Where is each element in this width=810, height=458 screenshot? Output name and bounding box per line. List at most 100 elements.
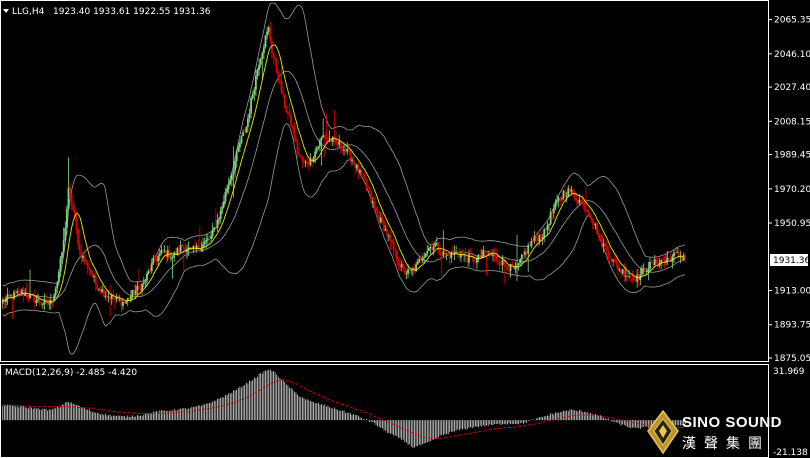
- candle-bull[interactable]: [152, 257, 155, 264]
- candle-bull[interactable]: [315, 148, 318, 152]
- candle-bear[interactable]: [431, 246, 434, 250]
- candle-bull[interactable]: [9, 295, 12, 297]
- candle-bull[interactable]: [322, 135, 325, 138]
- candle-bear[interactable]: [599, 234, 602, 236]
- candle-bull[interactable]: [29, 294, 31, 299]
- candle-bear[interactable]: [493, 254, 496, 256]
- candle-bear[interactable]: [668, 258, 671, 259]
- candle-bear[interactable]: [178, 248, 180, 252]
- candle-bear[interactable]: [576, 201, 579, 204]
- candle-bull[interactable]: [258, 64, 261, 71]
- candle-bear[interactable]: [484, 250, 486, 252]
- candle-bull[interactable]: [676, 252, 679, 253]
- candle-bull[interactable]: [160, 249, 163, 254]
- candle-bear[interactable]: [94, 275, 97, 285]
- candle-bull[interactable]: [343, 149, 345, 151]
- candle-bear[interactable]: [91, 273, 94, 278]
- candle-bear[interactable]: [391, 240, 393, 243]
- candle-bear[interactable]: [633, 276, 635, 281]
- candle-bear[interactable]: [389, 235, 392, 241]
- candle-bear[interactable]: [650, 261, 653, 263]
- candle-bull[interactable]: [400, 264, 403, 268]
- candle-bull[interactable]: [246, 118, 249, 128]
- candle-bull[interactable]: [147, 271, 150, 274]
- candle-bull[interactable]: [432, 246, 435, 250]
- candle-bear[interactable]: [564, 190, 566, 197]
- candle-bear[interactable]: [584, 209, 587, 211]
- candle-bear[interactable]: [681, 256, 683, 261]
- candle-bear[interactable]: [615, 260, 618, 265]
- candle-bull[interactable]: [222, 201, 225, 207]
- candle-bull[interactable]: [621, 269, 624, 274]
- candle-bull[interactable]: [524, 251, 526, 255]
- candle-bull[interactable]: [245, 127, 248, 133]
- candle-bear[interactable]: [298, 153, 301, 155]
- candle-bear[interactable]: [280, 80, 283, 93]
- candle-bull[interactable]: [216, 219, 219, 229]
- candle-bear[interactable]: [589, 215, 592, 219]
- candle-bear[interactable]: [77, 229, 79, 245]
- candle-bull[interactable]: [562, 190, 565, 198]
- candle-bear[interactable]: [597, 234, 600, 235]
- candle-bear[interactable]: [609, 257, 611, 260]
- candle-bull[interactable]: [41, 304, 44, 305]
- candle-bull[interactable]: [256, 70, 259, 77]
- candle-bear[interactable]: [663, 260, 666, 262]
- candle-bull[interactable]: [170, 258, 172, 259]
- candle-bear[interactable]: [540, 234, 542, 239]
- candle-bear[interactable]: [198, 249, 201, 252]
- candle-bull[interactable]: [567, 188, 570, 197]
- candle-bull[interactable]: [612, 259, 615, 262]
- candle-bear[interactable]: [299, 154, 302, 157]
- candle-bear[interactable]: [341, 147, 344, 151]
- candle-bear[interactable]: [70, 194, 73, 206]
- candle-bear[interactable]: [133, 290, 136, 295]
- candle-bull[interactable]: [218, 218, 220, 220]
- candle-bear[interactable]: [275, 60, 278, 73]
- candle-bear[interactable]: [551, 212, 554, 214]
- candle-bull[interactable]: [238, 142, 241, 148]
- candle-bear[interactable]: [583, 201, 586, 210]
- candle-bull[interactable]: [314, 151, 317, 158]
- candle-bear[interactable]: [40, 303, 43, 305]
- candle-bull[interactable]: [65, 208, 68, 228]
- candle-bull[interactable]: [304, 161, 307, 163]
- candle-bear[interactable]: [623, 269, 626, 278]
- candle-bear[interactable]: [139, 286, 142, 291]
- candle-bull[interactable]: [554, 202, 557, 209]
- candle-bull[interactable]: [445, 253, 448, 255]
- candle-bull[interactable]: [110, 294, 113, 300]
- candle-bear[interactable]: [394, 250, 397, 252]
- candle-bear[interactable]: [568, 188, 571, 192]
- candle-bear[interactable]: [96, 284, 99, 290]
- candle-bear[interactable]: [386, 229, 389, 237]
- candle-bull[interactable]: [517, 263, 520, 266]
- candle-bear[interactable]: [102, 289, 105, 297]
- candle-bull[interactable]: [131, 290, 134, 296]
- candle-bear[interactable]: [381, 217, 384, 222]
- candle-bear[interactable]: [120, 299, 123, 307]
- candle-bear[interactable]: [99, 289, 102, 293]
- candle-bear[interactable]: [17, 291, 20, 292]
- candle-bull[interactable]: [213, 227, 216, 230]
- candle-bear[interactable]: [644, 268, 647, 272]
- candle-bear[interactable]: [528, 245, 531, 247]
- candle-bear[interactable]: [106, 295, 108, 297]
- candle-bull[interactable]: [660, 259, 663, 263]
- candle-bull[interactable]: [259, 58, 262, 65]
- candle-bear[interactable]: [51, 300, 54, 301]
- candle-bear[interactable]: [344, 149, 347, 152]
- candle-bull[interactable]: [647, 268, 650, 272]
- candle-bull[interactable]: [442, 251, 445, 256]
- candle-bull[interactable]: [482, 250, 485, 257]
- candle-bear[interactable]: [86, 261, 89, 269]
- candle-bull[interactable]: [421, 258, 424, 261]
- candle-bull[interactable]: [67, 187, 70, 209]
- candle-bull[interactable]: [101, 289, 104, 293]
- candle-bull[interactable]: [179, 245, 182, 252]
- candle-bear[interactable]: [306, 161, 309, 165]
- trading-chart[interactable]: LLG,H4 1923.40 1933.61 1922.55 1931.36 2…: [0, 0, 810, 458]
- candle-bull[interactable]: [557, 198, 560, 201]
- candle-bear[interactable]: [149, 271, 152, 272]
- candle-bull[interactable]: [64, 227, 67, 241]
